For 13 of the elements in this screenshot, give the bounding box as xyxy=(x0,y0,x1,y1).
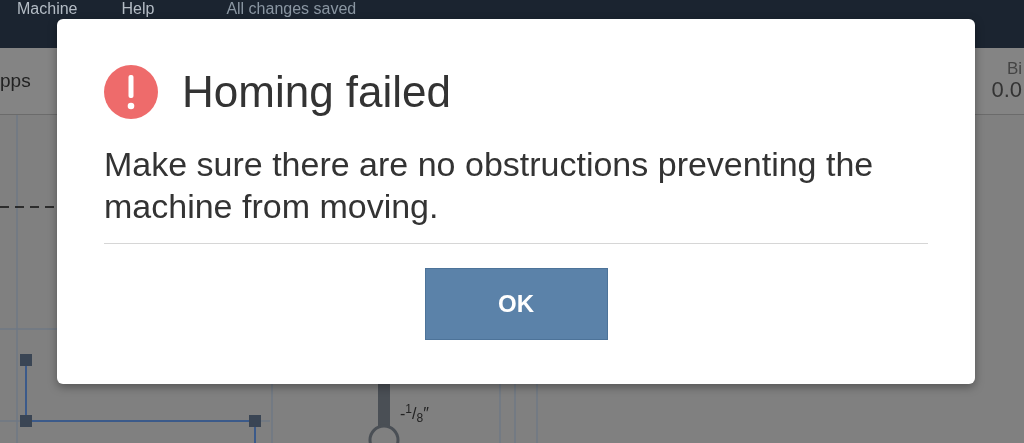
ok-button[interactable]: OK xyxy=(424,268,608,340)
dialog-message: Make sure there are no obstructions preventing the machine from moving. xyxy=(104,144,875,227)
toolbar-label: Bi xyxy=(1005,59,1022,79)
selection-outline-drawing[interactable] xyxy=(20,354,261,443)
save-status: All changes saved xyxy=(226,0,357,17)
toolbar-label: pps xyxy=(0,68,31,93)
dialog-title: Homing failed xyxy=(182,70,452,114)
alert-icon xyxy=(104,65,158,119)
offset-label: -$^{1}$/$_{8}$″ xyxy=(400,402,429,426)
toolbar-value: 0.0 xyxy=(991,78,1022,103)
menu-item[interactable]: Help xyxy=(121,0,155,17)
menu-item[interactable]: Machine xyxy=(17,0,78,17)
slider-drawing[interactable] xyxy=(368,384,400,443)
